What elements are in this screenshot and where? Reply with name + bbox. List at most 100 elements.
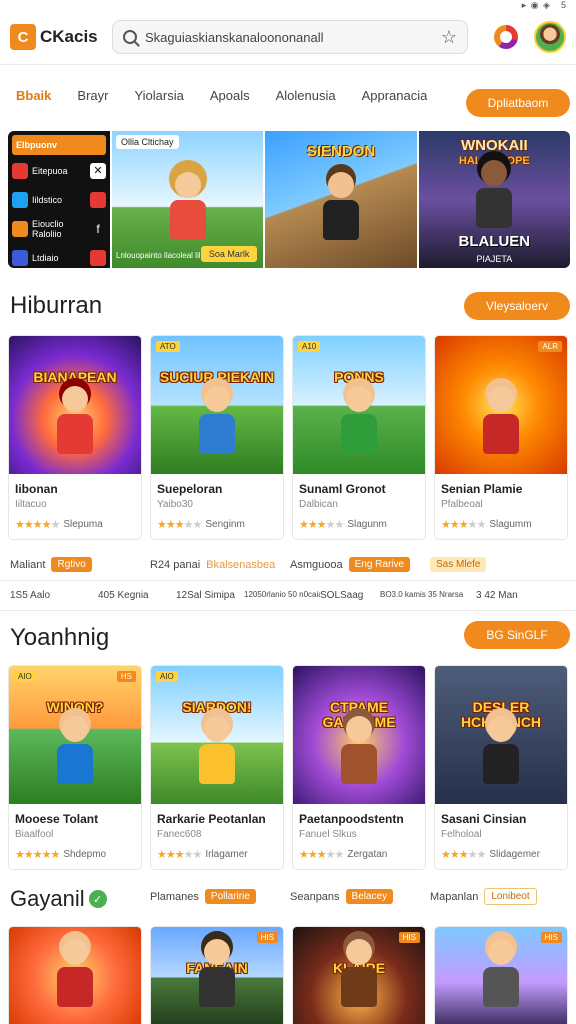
filter-pill-button[interactable]: Belacey	[345, 889, 394, 904]
banner-side-row[interactable]: Eitepuoa ✕	[12, 158, 106, 184]
banner-side-label: Eitepuoa	[32, 166, 68, 176]
status-indicator: ▸ ◉ ◈	[521, 0, 551, 10]
game-name: Senian Plamie	[441, 482, 523, 496]
game-card[interactable]: SIARDON! AIO Rarkarie Peotanlan Fanec608 ★★★…	[150, 665, 284, 870]
app-logo[interactable]: C CKacis	[10, 24, 106, 50]
divider	[0, 64, 576, 65]
thumbnail-badge: AIO	[156, 671, 178, 682]
game-card[interactable]: BIANAPEAN Iibonan Iiltacuo ★★★★★ Slepuma	[8, 335, 142, 540]
section-title: Yoanhnig	[10, 624, 110, 651]
game-thumbnail: FANEAINHIS	[151, 927, 283, 1024]
game-card[interactable]: DESLER HCHLONCH Sasani Cinsian Felholoal ★★…	[434, 665, 568, 870]
thumbnail-title: PONNS	[334, 369, 384, 385]
game-card[interactable]: PONNS A10 Sunaml Gronot Dalbican ★★★★★ Slagun…	[292, 335, 426, 540]
game-card-grid: BIANAPEAN Iibonan Iiltacuo ★★★★★ Slepuma SUCI…	[8, 335, 570, 540]
banner-side-row[interactable]: Iildstico	[12, 187, 106, 213]
game-thumbnail: WINON? HS AIO	[9, 666, 141, 804]
section-action-button[interactable]: BG SinGLF	[464, 621, 570, 649]
stat-value: 12050rlanio 50 n0caiac	[244, 590, 320, 599]
game-card[interactable]: SUCIUR PIEKAIN ATO Suepeloran Yaibo30 ★★★★★ S…	[150, 335, 284, 540]
rating-stars-icon: ★★★★★	[157, 519, 202, 531]
search-input[interactable]	[145, 29, 433, 45]
character-illustration	[475, 716, 527, 794]
game-card[interactable]: FANEAINHIS	[150, 926, 284, 1024]
status-count: 5	[560, 0, 566, 10]
game-thumbnail: BIANAPEAN	[9, 336, 141, 474]
character-illustration	[49, 716, 101, 794]
search-icon	[123, 30, 137, 44]
stat-value: 12Sal Simipa	[176, 590, 235, 601]
banner-side-header[interactable]: Elbpuonv	[12, 135, 106, 155]
banner-panel-2[interactable]: SIENDON	[265, 131, 417, 268]
tab-item[interactable]: Alolenusia	[276, 88, 336, 103]
user-avatar[interactable]	[534, 21, 566, 53]
game-card[interactable]: WINON? HS AIO Mooese Tolant Biaalfool ★★★★★ Sh…	[8, 665, 142, 870]
rating-label: Slepuma	[63, 519, 103, 530]
card-footer: ★★★★★ Slidagemer	[441, 848, 561, 861]
search-bar[interactable]: ☆	[112, 20, 468, 54]
banner-heading: BLALUEN	[458, 233, 531, 250]
stat-value: 3 42 Man	[476, 590, 518, 601]
app-icon	[12, 163, 28, 179]
stat-value: BO3.0 kamis 35 Nrarsa	[380, 590, 464, 599]
thumbnail-badge: A10	[298, 341, 321, 352]
game-card-grid: FANEAINHISKLAIREHISHIS	[8, 926, 570, 1024]
game-card[interactable]: ALR Senian Plamie Pfalbeoal ★★★★★ Slagumm	[434, 335, 568, 540]
stat-value: 405 Kegnia	[98, 590, 149, 601]
notification-badge-icon[interactable]	[494, 25, 518, 49]
game-card[interactable]: CTPAME GANSJIME Paetanpoodstentn Fanuel Sl…	[292, 665, 426, 870]
bird-icon	[12, 192, 28, 208]
filter-pill-button[interactable]: Lonibeot	[484, 888, 537, 905]
game-card[interactable]: HIS	[434, 926, 568, 1024]
game-card[interactable]: KLAIREHIS	[292, 926, 426, 1024]
card-footer: ★★★★★ Senginm	[157, 518, 277, 531]
game-subtitle: Dalbican	[299, 499, 338, 510]
tab-item[interactable]: Appranacia	[362, 88, 428, 103]
stat-pill-button[interactable]: Eng Rarive	[348, 557, 411, 572]
banner-panel-3[interactable]: WNOKAII HALMUROPE BLALUEN PIAJETA	[418, 131, 570, 268]
featured-banner: Elbpuonv Eitepuoa ✕ Iildstico Eiouclio R…	[8, 131, 570, 268]
character-illustration	[333, 716, 385, 794]
tab-item[interactable]: Yiolarsia	[134, 88, 183, 103]
filter-label: Mapanlan	[430, 890, 479, 903]
tabs-action-button[interactable]: Dpliatbaom	[466, 89, 570, 117]
thumbnail-title: SIARDON!	[182, 699, 252, 715]
game-card[interactable]	[8, 926, 142, 1024]
stat-pill-button[interactable]: Rgtivo	[51, 557, 92, 572]
filter-pill-button[interactable]: Pollaririe	[204, 889, 256, 904]
stat-cell: Maliant Rgtivo	[10, 557, 150, 572]
game-name: Sasani Cinsian	[441, 812, 527, 826]
banner-side-row[interactable]: Eiouclio Raloliio f	[12, 216, 106, 242]
rating-label: Irlagamer	[205, 849, 248, 860]
status-bar: ▸ ◉ ◈ 5	[522, 0, 566, 10]
rating-label: Slagumm	[489, 519, 532, 530]
banner-title: WNOKAII	[460, 137, 528, 154]
tab-item[interactable]: Brayr	[77, 88, 108, 103]
stat-pill-button[interactable]: Bkalsenasbea	[206, 559, 275, 571]
banner-action-button[interactable]: Soa Marlk	[200, 246, 258, 262]
character-illustration	[191, 716, 243, 794]
rating-label: Slidagemer	[489, 849, 540, 860]
game-thumbnail: CTPAME GANSJIME	[293, 666, 425, 804]
rating-label: Slagunm	[347, 519, 387, 530]
stat-cell: R24 panai Bkalsenasbea	[150, 557, 290, 572]
game-subtitle: Yaibo30	[157, 499, 193, 510]
stat-pill-button[interactable]: Sas Mlefe	[430, 557, 487, 572]
game-name: Sunaml Gronot	[299, 482, 386, 496]
banner-panel-1[interactable]: Ollia Cltichay Lnlouopainto llacoleal li…	[112, 131, 264, 268]
divider	[0, 610, 576, 611]
stat-label: R24 panai	[150, 558, 201, 571]
game-thumbnail: SUCIUR PIEKAIN ATO	[151, 336, 283, 474]
tab-item[interactable]: Bbaik	[16, 88, 51, 103]
banner-tag: Ollia Cltichay	[116, 135, 179, 149]
filter-label: Plamanes	[150, 890, 199, 903]
banner-side-label: Iildstico	[32, 195, 63, 205]
section-action-button[interactable]: Vleysaloerv	[464, 292, 570, 320]
rating-stars-icon: ★★★★★	[441, 849, 486, 861]
favorite-star-icon[interactable]: ☆	[441, 27, 457, 48]
banner-side-row[interactable]: Ltdiaio	[12, 245, 106, 268]
tab-item[interactable]: Apoals	[210, 88, 250, 103]
filter-cell: Seanpans Belacey	[290, 888, 430, 905]
stat-label: Maliant	[10, 558, 46, 571]
filter-row: Plamanes Pollaririe Seanpans Belacey Mapanla…	[150, 888, 570, 905]
